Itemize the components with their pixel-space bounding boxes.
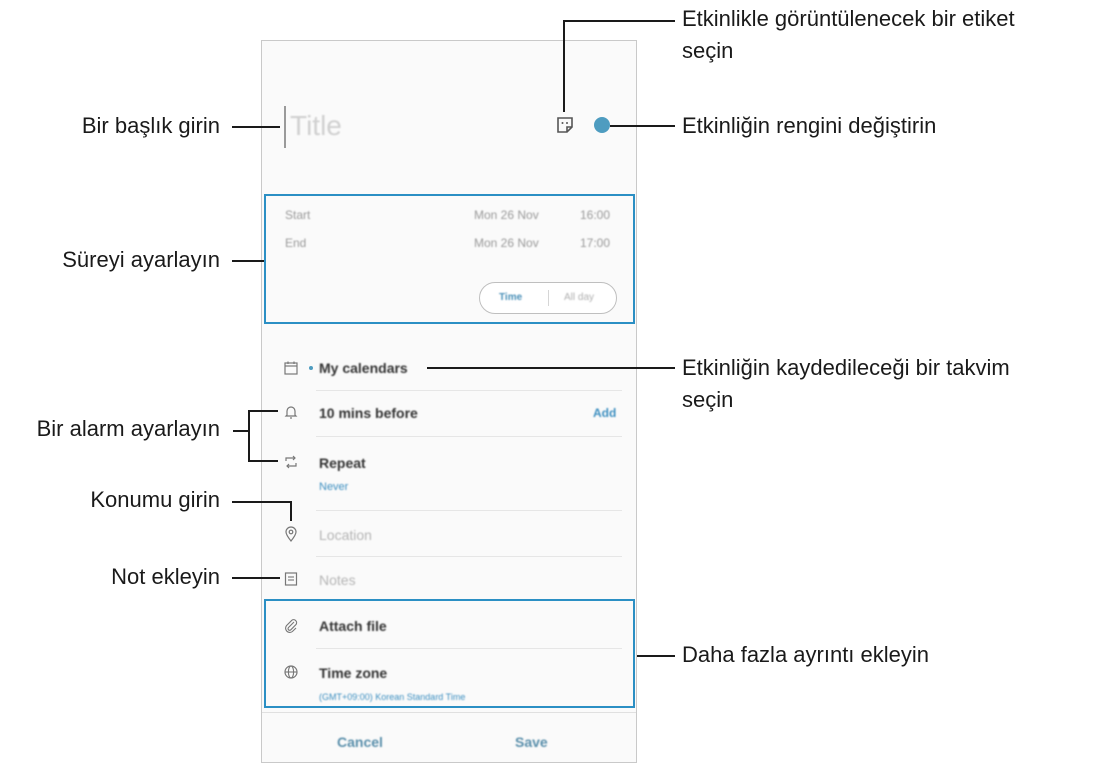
leader-sticker-horizontal xyxy=(563,20,675,22)
details-highlight-box xyxy=(264,599,635,708)
color-picker-dot[interactable] xyxy=(594,117,610,133)
callout-calendar-line2: seçin xyxy=(682,387,734,412)
callout-set-alarm: Bir alarm ayarlayın xyxy=(36,416,220,441)
alarm-value[interactable]: 10 mins before xyxy=(319,405,418,421)
callout-change-color: Etkinliğin rengini değiştirin xyxy=(682,113,937,138)
divider xyxy=(316,390,622,391)
leader-notes xyxy=(232,577,280,579)
cancel-button[interactable]: Cancel xyxy=(337,734,383,750)
callout-add-note: Not ekleyin xyxy=(111,564,220,589)
bottom-bar-divider xyxy=(262,712,636,713)
notes-input[interactable]: Notes xyxy=(319,572,356,588)
callout-set-duration: Süreyi ayarlayın xyxy=(62,247,220,272)
sticker-icon[interactable] xyxy=(556,116,574,134)
repeat-icon xyxy=(285,455,297,469)
location-pin-icon xyxy=(285,526,297,542)
calendar-color-dot xyxy=(309,366,313,370)
leader-color xyxy=(610,125,675,127)
divider xyxy=(316,556,622,557)
leader-alarm-top xyxy=(248,410,278,412)
leader-sticker-vertical xyxy=(563,20,565,112)
leader-alarm-bottom xyxy=(248,460,278,462)
leader-details xyxy=(637,655,675,657)
leader-alarm-bracket xyxy=(248,410,250,462)
calendar-selector[interactable]: My calendars xyxy=(319,360,408,376)
divider xyxy=(316,436,622,437)
add-alarm-button[interactable]: Add xyxy=(593,406,616,420)
leader-calendar xyxy=(427,367,675,369)
title-cursor xyxy=(284,106,286,148)
callout-sticker-line1: Etkinlikle görüntülenecek bir etiket xyxy=(682,6,1015,31)
callout-enter-title: Bir başlık girin xyxy=(81,113,220,138)
leader-title xyxy=(232,126,280,128)
callout-more-details: Daha fazla ayrıntı ekleyin xyxy=(682,642,930,667)
callout-enter-location: Konumu girin xyxy=(90,487,220,512)
callout-sticker-line2: seçin xyxy=(682,38,734,63)
notes-icon xyxy=(284,572,298,586)
divider xyxy=(316,510,622,511)
bell-icon xyxy=(284,406,298,419)
repeat-value: Never xyxy=(319,481,349,493)
location-input[interactable]: Location xyxy=(319,527,372,543)
leader-location xyxy=(232,501,292,503)
duration-highlight-box xyxy=(264,194,635,324)
leader-duration xyxy=(232,260,264,262)
title-input[interactable]: Title xyxy=(290,110,342,142)
leader-location-down xyxy=(290,501,292,521)
calendar-icon xyxy=(284,361,298,375)
leader-alarm xyxy=(233,430,249,432)
repeat-label[interactable]: Repeat xyxy=(319,455,366,471)
save-button[interactable]: Save xyxy=(515,734,548,750)
callout-calendar-line1: Etkinliğin kaydedileceği bir takvim xyxy=(682,355,1010,380)
